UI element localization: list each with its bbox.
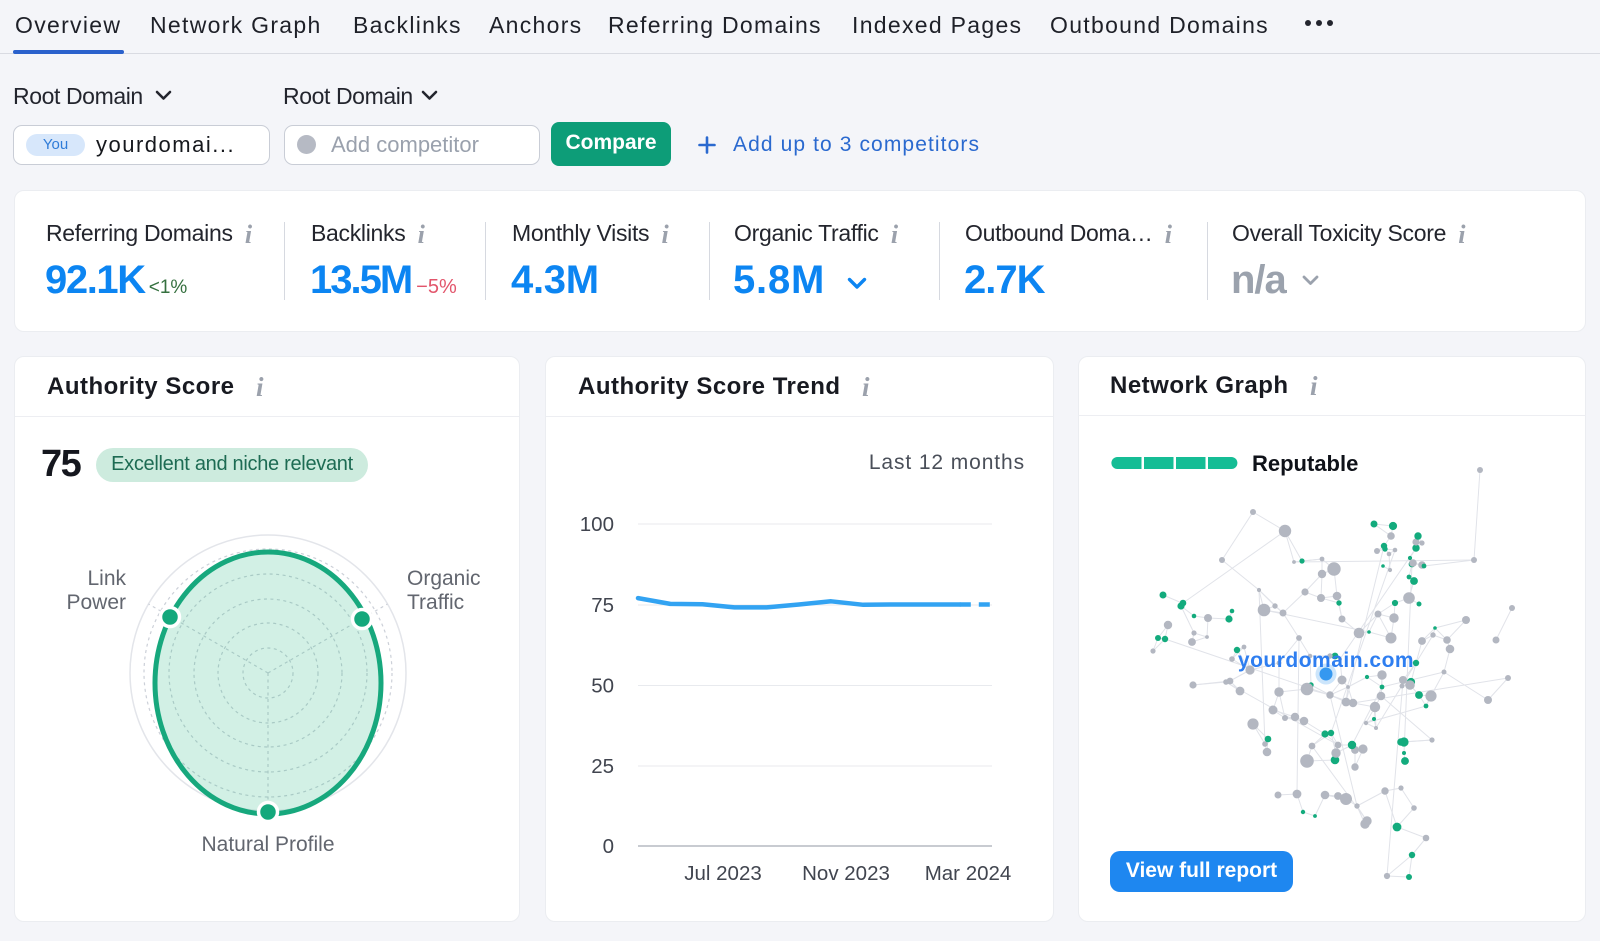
svg-text:Jul 2023: Jul 2023 — [684, 862, 762, 885]
svg-text:Nov 2023: Nov 2023 — [802, 862, 890, 885]
svg-text:25: 25 — [591, 755, 614, 778]
svg-text:100: 100 — [580, 513, 614, 536]
svg-text:yourdomain.com: yourdomain.com — [1238, 649, 1414, 672]
svg-text:0: 0 — [603, 835, 614, 858]
svg-text:50: 50 — [591, 675, 614, 698]
svg-text:Mar 2024: Mar 2024 — [925, 862, 1012, 885]
svg-text:75: 75 — [591, 594, 614, 617]
